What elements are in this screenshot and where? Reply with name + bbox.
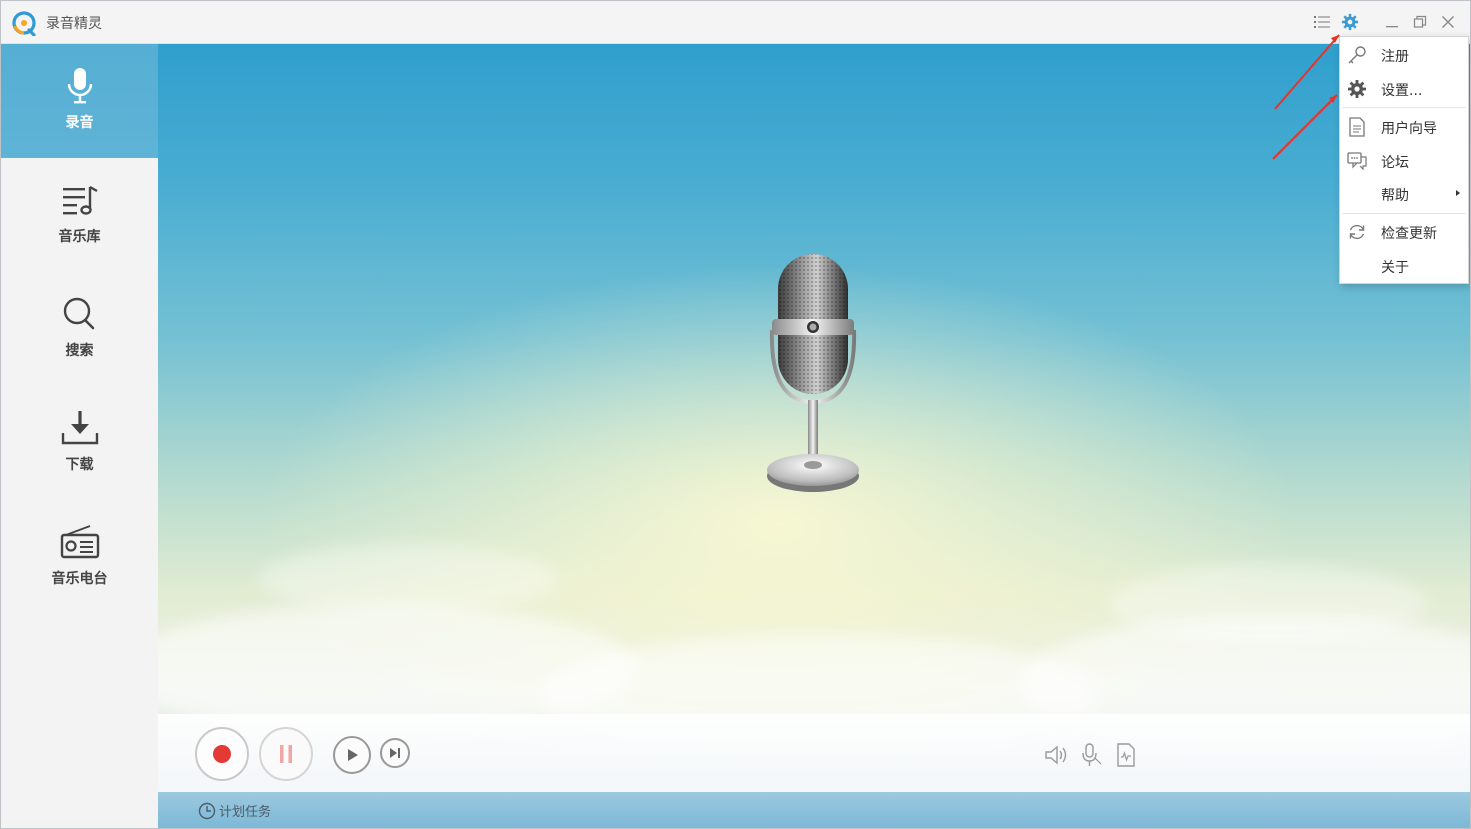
menu-item-label: 注册 — [1381, 49, 1409, 65]
menu-item-about[interactable]: 关于 — [1340, 251, 1468, 281]
list-icon — [1314, 16, 1330, 28]
schedule-task-button[interactable]: 计划任务 — [198, 801, 271, 820]
menu-separator — [1342, 213, 1466, 214]
sidebar-item-search[interactable]: 搜索 — [1, 272, 158, 386]
sidebar-item-label: 搜索 — [65, 343, 94, 359]
app-logo-icon — [12, 11, 36, 36]
menu-item-user-guide[interactable]: 用户向导 — [1340, 112, 1468, 142]
pause-button[interactable] — [259, 727, 313, 781]
close-button[interactable] — [1438, 12, 1458, 32]
settings-button[interactable] — [1340, 12, 1360, 32]
record-icon — [213, 745, 231, 763]
clock-icon — [198, 802, 216, 819]
menu-item-label: 关于 — [1381, 260, 1409, 276]
play-button[interactable] — [333, 736, 371, 774]
speaker-icon — [1045, 745, 1067, 765]
playback-controls — [158, 714, 1470, 793]
sidebar-item-label: 下载 — [65, 457, 94, 473]
radio-icon — [60, 525, 99, 559]
minimize-button[interactable] — [1382, 12, 1402, 32]
gear-icon — [1348, 80, 1366, 98]
app-title: 录音精灵 — [46, 16, 102, 32]
sidebar-item-radio[interactable]: 音乐电台 — [1, 500, 158, 614]
skip-next-icon — [390, 748, 400, 758]
sidebar: 录音 音乐库 搜索 下载 音乐电台 — [1, 44, 159, 828]
restore-button[interactable] — [1410, 12, 1430, 32]
document-icon — [1349, 117, 1365, 137]
list-menu-button[interactable] — [1312, 12, 1332, 32]
audio-file-button[interactable] — [1113, 742, 1139, 768]
menu-item-label: 用户向导 — [1381, 121, 1437, 137]
mic-input-button[interactable] — [1078, 742, 1104, 768]
settings-dropdown-menu: 注册 设置... 用户向导 论坛 帮助 检查更新 关于 — [1339, 36, 1469, 284]
close-icon — [1442, 16, 1454, 28]
sidebar-item-download[interactable]: 下载 — [1, 386, 158, 500]
app-window: 录音精灵 录音 音乐库 搜索 下载 音乐电台 计划任务 注册 设置... 用户向… — [0, 0, 1471, 829]
menu-item-label: 检查更新 — [1381, 226, 1437, 242]
download-icon — [61, 411, 98, 445]
menu-item-forum[interactable]: 论坛 — [1340, 146, 1468, 176]
menu-item-settings[interactable]: 设置... — [1340, 74, 1468, 104]
pause-icon — [280, 745, 292, 763]
refresh-icon — [1349, 224, 1365, 240]
sidebar-item-music-library[interactable]: 音乐库 — [1, 158, 158, 272]
search-icon — [63, 297, 94, 330]
menu-item-check-update[interactable]: 检查更新 — [1340, 217, 1468, 247]
menu-item-register[interactable]: 注册 — [1340, 40, 1468, 70]
menu-item-help[interactable]: 帮助 — [1340, 179, 1468, 209]
status-bar: 计划任务 — [158, 792, 1470, 828]
next-button[interactable] — [380, 738, 410, 768]
play-icon — [348, 749, 358, 761]
sidebar-item-label: 录音 — [65, 115, 94, 131]
audio-file-icon — [1117, 743, 1135, 767]
sidebar-item-label: 音乐电台 — [51, 571, 108, 587]
menu-separator — [1342, 107, 1466, 108]
menu-item-label: 论坛 — [1381, 155, 1409, 171]
record-button[interactable] — [195, 727, 249, 781]
key-icon — [1348, 46, 1366, 64]
submenu-arrow-icon — [1456, 190, 1460, 196]
microphone-icon — [67, 68, 92, 104]
gear-icon — [1341, 13, 1359, 31]
recording-panel: 计划任务 — [158, 44, 1470, 828]
minimize-icon — [1386, 26, 1398, 28]
sidebar-item-record[interactable]: 录音 — [1, 44, 158, 158]
menu-item-label: 帮助 — [1381, 188, 1409, 204]
microphone-small-icon — [1082, 743, 1102, 766]
sidebar-item-label: 音乐库 — [58, 229, 101, 245]
schedule-task-label: 计划任务 — [219, 805, 272, 820]
microphone-illustration — [767, 254, 859, 492]
speaker-button[interactable] — [1043, 742, 1069, 768]
restore-icon — [1413, 15, 1427, 28]
chat-icon — [1347, 152, 1367, 170]
music-library-icon — [62, 185, 98, 215]
menu-item-label: 设置... — [1381, 83, 1423, 99]
title-bar: 录音精灵 — [1, 1, 1470, 44]
